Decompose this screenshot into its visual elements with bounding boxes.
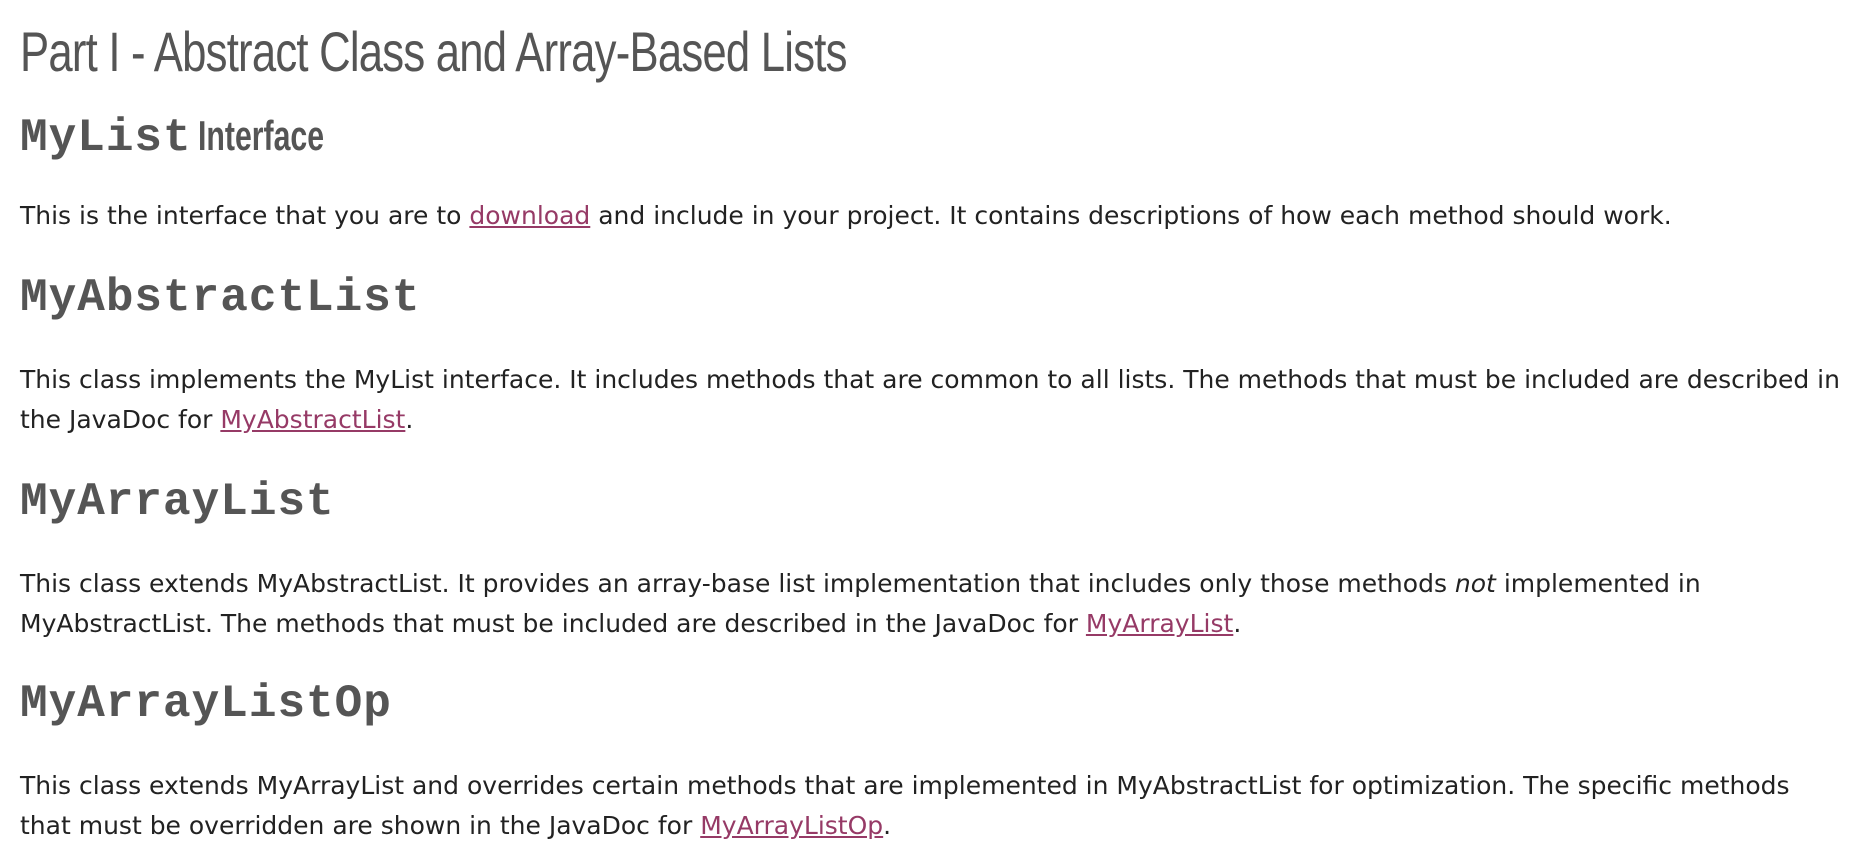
download-link[interactable]: download	[469, 201, 590, 230]
paragraph-text: .	[405, 405, 414, 434]
paragraph-text: .	[883, 811, 892, 840]
heading-code-myarraylist: MyArrayList	[20, 476, 335, 528]
emphasis-not: not	[1454, 569, 1496, 598]
section-heading-myabstractlist: MyAbstractList	[20, 270, 420, 331]
paragraph-myarraylistop: This class extends MyArrayList and overr…	[20, 766, 1840, 846]
paragraph-text: This class extends MyAbstractList. It pr…	[20, 569, 1455, 598]
heading-code-myabstractlist: MyAbstractList	[20, 272, 421, 324]
section-heading-myarraylistop: MyArrayListOp	[20, 676, 392, 737]
paragraph-myabstractlist: This class implements the MyList interfa…	[20, 360, 1840, 440]
heading-suffix-interface: Interface	[197, 112, 324, 159]
page-title: Part I - Abstract Class and Array-Based …	[20, 20, 847, 83]
myarraylistop-javadoc-link[interactable]: MyArrayListOp	[700, 811, 883, 840]
section-heading-mylist: MyList Interface	[20, 108, 373, 171]
paragraph-text: .	[1233, 609, 1242, 638]
paragraph-text: This is the interface that you are to	[20, 201, 470, 230]
document-page: Part I - Abstract Class and Array-Based …	[0, 0, 1866, 860]
section-heading-myarraylist: MyArrayList	[20, 474, 335, 535]
paragraph-text: and include in your project. It contains…	[590, 201, 1672, 230]
paragraph-mylist: This is the interface that you are to do…	[20, 196, 1840, 236]
myabstractlist-javadoc-link[interactable]: MyAbstractList	[220, 405, 405, 434]
paragraph-myarraylist: This class extends MyAbstractList. It pr…	[20, 564, 1840, 644]
heading-code-myarraylistop: MyArrayListOp	[20, 678, 392, 730]
heading-code-mylist: MyList	[20, 112, 192, 164]
paragraph-text: This class extends MyArrayList and overr…	[20, 771, 1790, 840]
myarraylist-javadoc-link[interactable]: MyArrayList	[1086, 609, 1233, 638]
